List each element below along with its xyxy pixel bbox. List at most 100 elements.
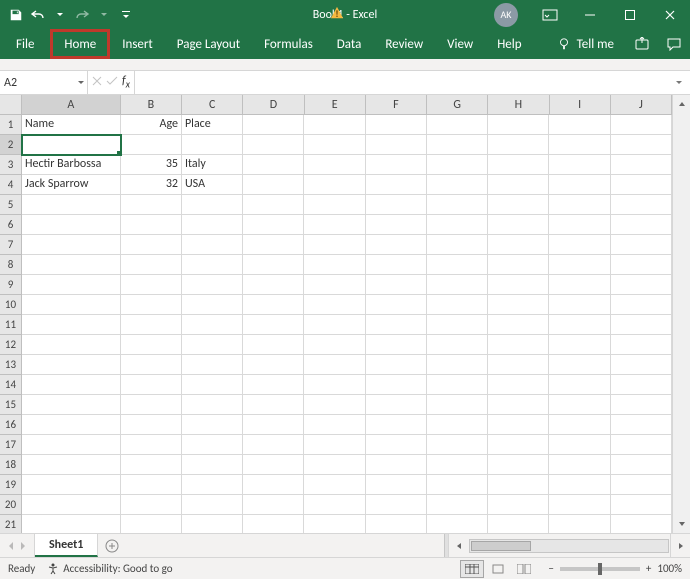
cell-F14[interactable] [366,375,427,395]
cell-D9[interactable] [243,275,304,295]
tab-help[interactable]: Help [485,29,533,59]
cell-D21[interactable] [243,515,304,533]
cell-H7[interactable] [488,235,549,255]
cell-B11[interactable] [121,315,182,335]
row-header-18[interactable]: 18 [0,455,21,475]
cell-F5[interactable] [366,195,427,215]
tab-data[interactable]: Data [325,29,374,59]
cell-I3[interactable] [549,155,610,175]
cell-F10[interactable] [366,295,427,315]
column-header-D[interactable]: D [243,95,304,114]
redo-button[interactable] [72,4,92,26]
cell-H19[interactable] [488,475,549,495]
cell-J21[interactable] [611,515,672,533]
cell-H8[interactable] [488,255,549,275]
save-icon[interactable] [6,4,26,26]
row-header-9[interactable]: 9 [0,275,21,295]
tab-view[interactable]: View [435,29,485,59]
cell-C9[interactable] [182,275,243,295]
cell-J3[interactable] [611,155,672,175]
expand-formula-bar-icon[interactable] [674,77,684,91]
cell-E5[interactable] [304,195,365,215]
new-sheet-button[interactable] [98,534,126,557]
cell-E16[interactable] [304,415,365,435]
cell-A14[interactable] [22,375,121,395]
cell-B13[interactable] [121,355,182,375]
cell-I14[interactable] [549,375,610,395]
cell-C13[interactable] [182,355,243,375]
cell-J1[interactable] [611,115,672,135]
sheet-nav-next-icon[interactable] [18,541,28,551]
cell-A16[interactable] [22,415,121,435]
cell-E18[interactable] [304,455,365,475]
sheet-tab-sheet1[interactable]: Sheet1 [35,534,98,557]
cell-B17[interactable] [121,435,182,455]
undo-dropdown-icon[interactable] [50,4,70,26]
column-header-E[interactable]: E [305,95,366,114]
cell-G6[interactable] [427,215,488,235]
cell-D4[interactable] [243,175,304,195]
scroll-up-arrow-icon[interactable] [673,95,690,113]
zoom-slider-thumb[interactable] [598,563,602,575]
scroll-right-arrow-icon[interactable] [670,534,690,557]
vertical-scrollbar[interactable] [672,95,690,533]
row-header-13[interactable]: 13 [0,355,21,375]
row-header-4[interactable]: 4 [0,175,21,195]
cell-F17[interactable] [366,435,427,455]
cell-A18[interactable] [22,455,121,475]
cell-H13[interactable] [488,355,549,375]
cell-H5[interactable] [488,195,549,215]
cell-E4[interactable] [304,175,365,195]
cell-E10[interactable] [304,295,365,315]
cell-I8[interactable] [549,255,610,275]
cell-F7[interactable] [366,235,427,255]
cell-H6[interactable] [488,215,549,235]
cell-C1[interactable]: Place [182,115,243,135]
cell-F18[interactable] [366,455,427,475]
cell-D5[interactable] [243,195,304,215]
cell-B7[interactable] [121,235,182,255]
cell-H20[interactable] [488,495,549,515]
select-all-corner[interactable] [0,95,22,115]
cell-F12[interactable] [366,335,427,355]
cell-I12[interactable] [549,335,610,355]
cell-E6[interactable] [304,215,365,235]
cell-G1[interactable] [427,115,488,135]
column-header-A[interactable]: A [22,95,121,114]
horizontal-scrollbar[interactable] [444,534,690,557]
cell-H9[interactable] [488,275,549,295]
cell-E21[interactable] [304,515,365,533]
cell-F15[interactable] [366,395,427,415]
account-avatar[interactable]: AK [494,3,518,27]
cell-C11[interactable] [182,315,243,335]
cell-J6[interactable] [611,215,672,235]
cell-G16[interactable] [427,415,488,435]
cell-B20[interactable] [121,495,182,515]
cell-B5[interactable] [121,195,182,215]
cell-G14[interactable] [427,375,488,395]
cell-G2[interactable] [427,135,488,155]
cell-A13[interactable] [22,355,121,375]
cell-C20[interactable] [182,495,243,515]
undo-button[interactable] [28,4,48,26]
cell-B8[interactable] [121,255,182,275]
cell-J4[interactable] [611,175,672,195]
cell-F11[interactable] [366,315,427,335]
cell-C7[interactable] [182,235,243,255]
cell-G19[interactable] [427,475,488,495]
cell-H12[interactable] [488,335,549,355]
cell-A7[interactable] [22,235,121,255]
tab-insert[interactable]: Insert [110,29,165,59]
cell-H4[interactable] [488,175,549,195]
cell-E8[interactable] [304,255,365,275]
cell-B14[interactable] [121,375,182,395]
cell-C15[interactable] [182,395,243,415]
cell-E2[interactable] [304,135,365,155]
normal-view-button[interactable] [460,560,484,578]
cell-C10[interactable] [182,295,243,315]
cell-G18[interactable] [427,455,488,475]
cell-I13[interactable] [549,355,610,375]
cell-D14[interactable] [243,375,304,395]
cell-D15[interactable] [243,395,304,415]
cell-H3[interactable] [488,155,549,175]
